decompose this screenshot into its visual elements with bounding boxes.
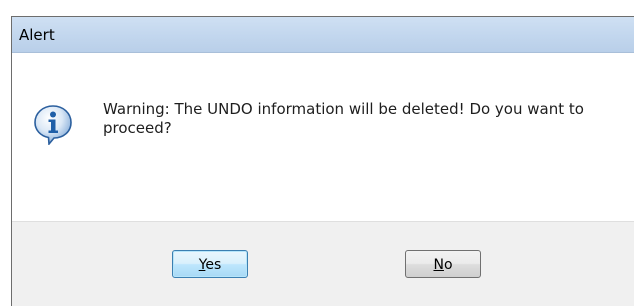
title-bar[interactable]: Alert	[12, 17, 634, 53]
yes-label-rest: es	[205, 257, 222, 273]
alert-dialog: Alert Warning: The UNDO information will…	[11, 16, 634, 306]
info-icon	[32, 103, 74, 147]
no-mnemonic: N	[433, 257, 444, 273]
no-button[interactable]: No	[405, 250, 481, 278]
alert-message: Warning: The UNDO information will be de…	[103, 100, 584, 137]
no-label-rest: o	[443, 257, 453, 273]
yes-button[interactable]: Yes	[172, 250, 248, 278]
dialog-title: Alert	[19, 26, 55, 44]
button-bar: Yes No	[12, 222, 634, 306]
dialog-content: Warning: The UNDO information will be de…	[12, 53, 634, 222]
